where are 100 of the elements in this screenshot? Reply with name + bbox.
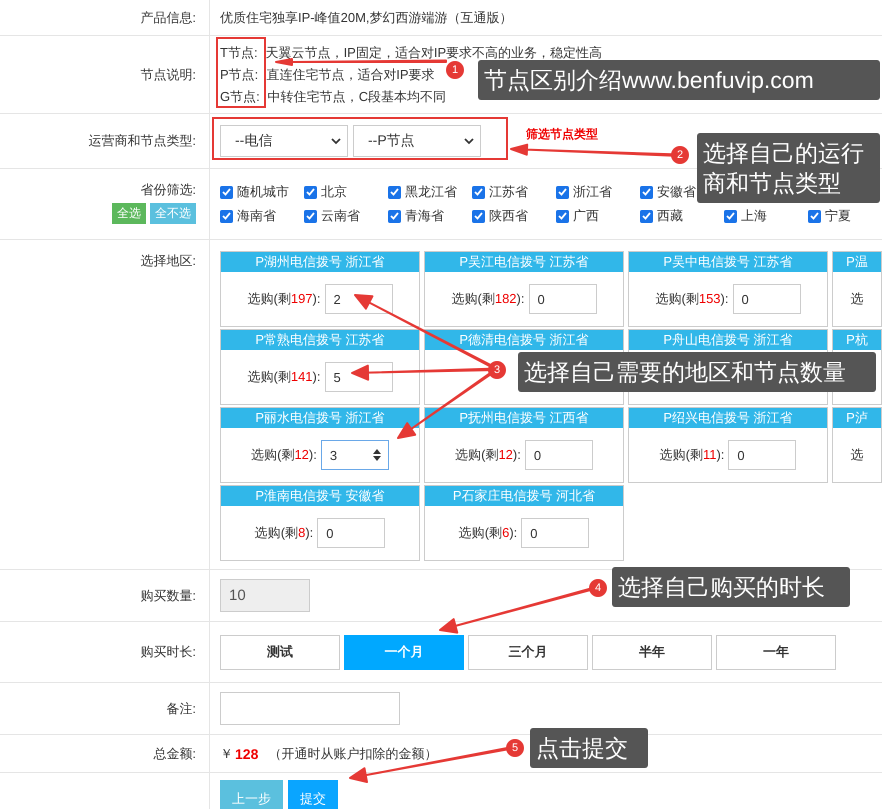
card-title: P湖州电信拨号 浙江省 — [221, 252, 419, 272]
stock-label: 选购(剩6): — [458, 524, 518, 542]
checkbox-label: 浙江省 — [573, 183, 612, 201]
checkbox[interactable] — [556, 186, 569, 198]
total-amount: 128 — [235, 746, 258, 762]
checkbox[interactable] — [724, 210, 737, 222]
dropdown[interactable]: --P节点 — [353, 125, 481, 157]
checkbox[interactable] — [220, 210, 233, 222]
card-title: P温 — [833, 252, 881, 272]
checkbox[interactable] — [472, 210, 485, 222]
card-title: P绍兴电信拨号 浙江省 — [629, 408, 827, 428]
node-type-label: G节点: — [220, 88, 260, 104]
field-label: 运营商和节点类型: — [88, 132, 196, 150]
node-description: 直连住宅节点，适合对IP要求 — [266, 66, 435, 82]
checkbox[interactable] — [808, 210, 821, 222]
checkbox-label: 宁夏 — [825, 207, 851, 225]
stock-label: 选购(剩153): — [656, 290, 728, 308]
stock-label: 选购(剩141): — [248, 368, 320, 386]
checkbox[interactable] — [640, 186, 653, 198]
checkbox[interactable] — [388, 186, 401, 198]
duration-option[interactable]: 测试 — [220, 634, 340, 670]
field-label: 省份筛选: — [140, 181, 196, 199]
card-title: P抚州电信拨号 江西省 — [425, 408, 623, 428]
quantity-input[interactable]: 0 — [524, 440, 593, 470]
quantity-input[interactable]: 0 — [728, 440, 796, 470]
step-number: 1 — [446, 61, 464, 79]
spinner-icon[interactable] — [372, 448, 382, 462]
product-name: 优质住宅独享IP-峰值20M,梦幻西游端游（互通版） — [220, 8, 514, 26]
card-title: P石家庄电信拨号 河北省 — [425, 486, 623, 506]
card-title: P吴中电信拨号 江苏省 — [629, 252, 827, 272]
checkbox-label: 江苏省 — [489, 183, 528, 201]
duration-option[interactable]: 半年 — [592, 634, 712, 670]
note-field[interactable] — [220, 692, 400, 725]
annotation-callout: 选择自己购买的时长 — [612, 567, 850, 607]
checkbox-label: 青海省 — [405, 207, 444, 225]
field-label: 备注: — [166, 700, 196, 718]
stock-label: 选购(剩182): — [452, 290, 524, 308]
step-number: 2 — [671, 146, 689, 164]
checkbox-label: 云南省 — [321, 207, 360, 225]
amount-note: （开通时从账户扣除的金额） — [268, 744, 438, 762]
checkbox-label: 上海 — [741, 207, 767, 225]
checkbox[interactable] — [472, 186, 485, 198]
chevron-down-icon — [331, 138, 341, 144]
card-title: P舟山电信拨号 浙江省 — [629, 330, 827, 350]
annotation-callout: 节点区别介绍www.benfuvip.com — [478, 60, 880, 100]
card-title: P常熟电信拨号 江苏省 — [221, 330, 419, 350]
field-label: 总金额: — [153, 744, 196, 762]
checkbox-label: 海南省 — [237, 207, 276, 225]
checkbox-label: 西藏 — [657, 207, 683, 225]
checkbox-label: 安徽省 — [657, 183, 696, 201]
highlight-box — [216, 37, 266, 108]
quantity-input[interactable]: 3 — [320, 440, 389, 470]
step-number: 5 — [506, 739, 524, 757]
stock-label: 选 — [850, 446, 864, 464]
node-description: 天翼云节点，IP固定，适合对IP要求不高的业务，稳定性高 — [266, 44, 602, 60]
quantity-input[interactable]: 0 — [521, 518, 590, 548]
stock-label: 选购(剩11): — [660, 446, 724, 464]
quantity-input[interactable]: 0 — [528, 284, 596, 314]
duration-option[interactable]: 一年 — [716, 634, 836, 670]
field-label: 购买时长: — [140, 643, 196, 661]
hint-text: 筛选节点类型 — [526, 126, 598, 143]
annotation-callout: 选择自己需要的地区和节点数量 — [518, 352, 876, 392]
checkbox[interactable] — [388, 210, 401, 222]
dropdown[interactable]: --电信 — [220, 125, 348, 157]
card-title: P杭 — [833, 330, 881, 350]
checkbox[interactable] — [640, 210, 653, 222]
checkbox[interactable] — [556, 210, 569, 222]
card-title: P淮南电信拨号 安徽省 — [221, 486, 419, 506]
stock-label: 选 — [850, 290, 864, 308]
checkbox[interactable] — [304, 186, 317, 198]
checkbox-label: 广西 — [573, 207, 599, 225]
field-label: 购买数量: — [140, 586, 196, 604]
quantity-input[interactable]: 0 — [732, 284, 800, 314]
quantity-input[interactable]: 0 — [317, 518, 386, 548]
checkbox-label: 陕西省 — [489, 207, 528, 225]
checkbox-label: 北京 — [321, 183, 347, 201]
node-type-label: P节点: — [220, 66, 258, 82]
card-title: P丽水电信拨号 浙江省 — [221, 408, 419, 428]
checkbox-label: 黑龙江省 — [405, 183, 457, 201]
step-number: 4 — [589, 579, 607, 597]
annotation-callout: 选择自己的运行商和节点类型 — [697, 133, 880, 203]
annotation-callout: 点击提交 — [530, 728, 648, 768]
field-label: 选择地区: — [140, 252, 196, 270]
checkbox-label: 随机城市 — [237, 183, 289, 201]
node-type-label: T节点: — [220, 44, 258, 60]
card-title: P泸 — [833, 408, 881, 428]
checkbox[interactable] — [304, 210, 317, 222]
field-label: 节点说明: — [140, 66, 196, 84]
quantity-field[interactable]: 10 — [220, 579, 310, 612]
currency-sign: ￥ — [220, 744, 233, 762]
field-label: 产品信息: — [140, 8, 196, 26]
checkbox[interactable] — [220, 186, 233, 198]
stock-label: 选购(剩12): — [251, 446, 317, 464]
step-number: 3 — [488, 361, 506, 379]
stock-label: 选购(剩12): — [455, 446, 521, 464]
card-title: P德清电信拨号 浙江省 — [425, 330, 623, 350]
node-description: 中转住宅节点，C段基本均不同 — [268, 88, 446, 104]
duration-option[interactable]: 三个月 — [468, 634, 588, 670]
stock-label: 选购(剩8): — [254, 524, 314, 542]
card-title: P吴江电信拨号 江苏省 — [425, 252, 623, 272]
